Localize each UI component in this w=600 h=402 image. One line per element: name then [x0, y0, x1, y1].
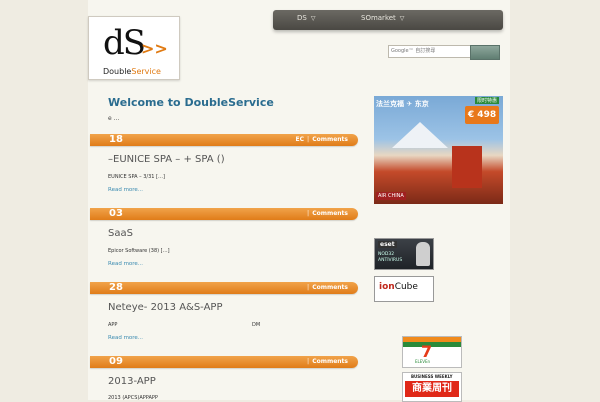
- ad-price: € 498: [465, 106, 499, 124]
- ad-badge: 限时特惠: [474, 97, 499, 104]
- post-comments-link[interactable]: Comments: [312, 210, 348, 217]
- post-comments-link[interactable]: Comments: [312, 284, 348, 291]
- ioncube-logo: ionCube: [379, 282, 418, 292]
- eset-product-line2: ANTIVIRUS: [378, 258, 403, 263]
- ioncube-logo-cube: Cube: [394, 282, 418, 292]
- logo-word-service: Service: [131, 67, 161, 76]
- post-excerpt: APP: [108, 322, 118, 328]
- logo-arrows: >>: [141, 39, 168, 58]
- post-title-link[interactable]: –EUNICE SPA – + SPA (): [108, 154, 225, 165]
- post-date-bar: 09 | Comments: [90, 356, 358, 368]
- eset-product: NOD32 ANTIVIRUS: [378, 252, 402, 264]
- post-meta: | Comments: [306, 358, 348, 365]
- search-input[interactable]: Google™ 自訂搜尋: [388, 45, 472, 58]
- post-title-link[interactable]: 2013-APP: [108, 376, 156, 387]
- seven-eleven-wordmark: ELEVEn: [415, 359, 431, 364]
- post-date: 03: [109, 208, 123, 219]
- ad-banner-business-weekly[interactable]: BUSINESS WEEKLY 商業周刊: [402, 372, 462, 402]
- post-title-link[interactable]: SaaS: [108, 228, 133, 239]
- post-excerpt-secondary: DM: [252, 322, 261, 328]
- read-more-link[interactable]: Read more...: [108, 335, 143, 341]
- person-image: [416, 242, 430, 266]
- post-date: 28: [109, 282, 123, 293]
- post-comments-link[interactable]: Comments: [312, 358, 348, 365]
- nav-item-somarket[interactable]: SOmarket ▽: [361, 14, 404, 22]
- logo-mark: dS: [103, 23, 146, 63]
- top-navigation: DS ▽ SOmarket ▽: [273, 10, 503, 30]
- nav-item-label: DS: [297, 14, 307, 22]
- logo-wordmark: DoubleService: [103, 67, 161, 76]
- read-more-link[interactable]: Read more...: [108, 261, 143, 267]
- nav-item-ds[interactable]: DS ▽: [297, 14, 315, 22]
- post-title-link[interactable]: Neteye- 2013 A&S-APP: [108, 302, 222, 313]
- post-excerpt: EUNICE SPA – 3/31 […]: [108, 174, 165, 180]
- post-meta: EC | Comments: [295, 136, 348, 143]
- ad-banner-7eleven[interactable]: 7 ELEVEn: [402, 336, 462, 368]
- post-excerpt: Epicor Software (38) […]: [108, 248, 170, 254]
- eset-logo: eset: [378, 241, 397, 248]
- mountain-image: [392, 122, 448, 148]
- site-logo[interactable]: dS >> DoubleService: [88, 16, 180, 80]
- ad-headline: 法兰克福 ✈ 东京: [376, 100, 429, 108]
- post-excerpt: 2013 (APCS)APPAPP: [108, 395, 158, 401]
- nav-item-label: SOmarket: [361, 14, 396, 22]
- site-description: e ...: [108, 115, 120, 122]
- chevron-down-icon: ▽: [399, 15, 405, 22]
- post-date-bar: 28 | Comments: [90, 282, 358, 294]
- search-form: Google™ 自訂搜尋: [388, 45, 500, 60]
- ad-banner-eset[interactable]: eset NOD32 ANTIVIRUS: [374, 238, 434, 270]
- airline-logo: AIR CHINA: [376, 192, 406, 200]
- post-meta: | Comments: [306, 284, 348, 291]
- post-date-bar: 18 EC | Comments: [90, 134, 358, 146]
- post-date-bar: 03 | Comments: [90, 208, 358, 220]
- ad-banner-air-china[interactable]: 法兰克福 ✈ 东京 限时特惠 € 498 AIR CHINA: [374, 96, 503, 204]
- logo-word-double: Double: [103, 67, 132, 76]
- pagoda-image: [452, 146, 482, 188]
- search-button[interactable]: [470, 45, 500, 60]
- business-weekly-tag: BUSINESS WEEKLY: [411, 374, 453, 379]
- chevron-down-icon: ▽: [310, 15, 316, 22]
- post-date: 09: [109, 356, 123, 367]
- business-weekly-logo: 商業周刊: [405, 381, 459, 397]
- ad-banner-ioncube[interactable]: ionCube: [374, 276, 434, 302]
- page-title: Welcome to DoubleService: [108, 96, 274, 109]
- post-date: 18: [109, 134, 123, 145]
- read-more-link[interactable]: Read more...: [108, 187, 143, 193]
- post-comments-link[interactable]: Comments: [312, 136, 348, 143]
- ioncube-logo-ion: ion: [379, 282, 395, 292]
- eset-product-line1: NOD32: [378, 252, 395, 257]
- post-category-link[interactable]: EC: [295, 136, 304, 143]
- post-meta: | Comments: [306, 210, 348, 217]
